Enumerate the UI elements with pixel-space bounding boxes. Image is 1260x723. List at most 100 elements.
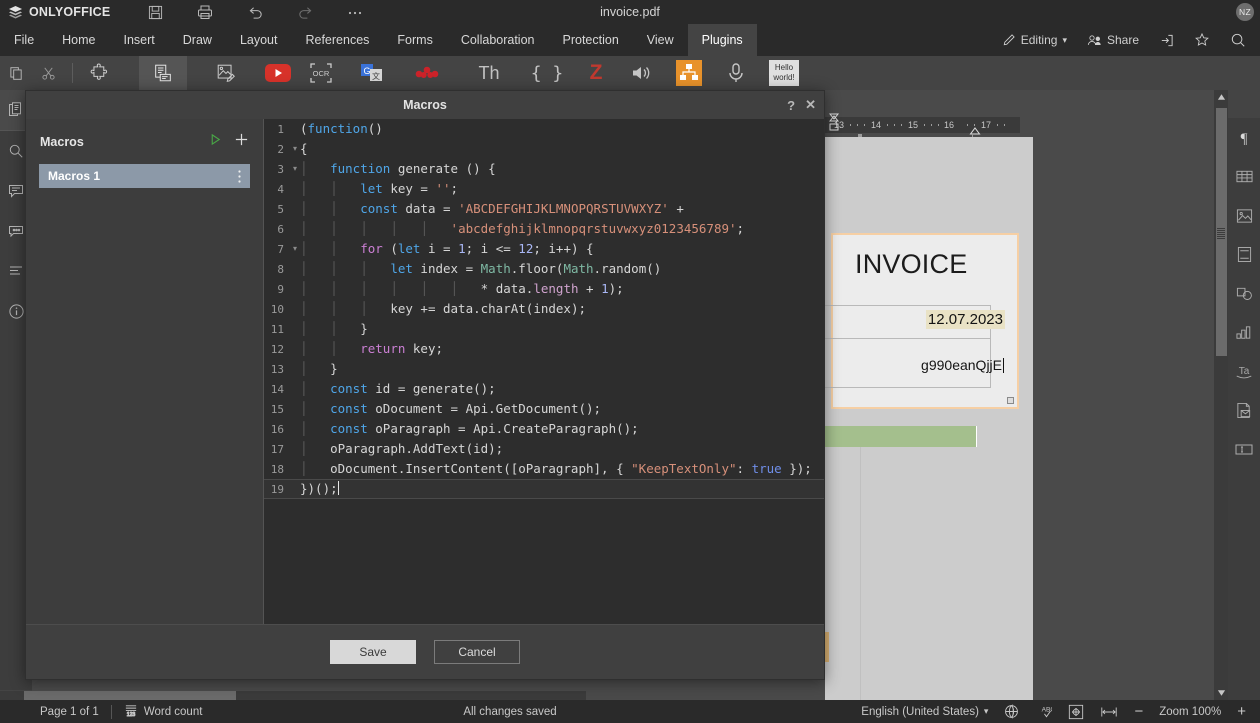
mail-merge-settings-icon[interactable] bbox=[1228, 391, 1260, 430]
tab-view[interactable]: View bbox=[633, 24, 688, 56]
code-line[interactable]: 12 │ │ return key; bbox=[264, 339, 824, 359]
speech-icon[interactable] bbox=[618, 56, 666, 90]
invoice-date[interactable]: 12.07.2023 bbox=[925, 310, 1005, 329]
highlight-code-icon[interactable]: { } bbox=[523, 56, 571, 90]
draw-io-icon[interactable] bbox=[202, 56, 250, 90]
scroll-down-icon[interactable] bbox=[1214, 686, 1228, 700]
code-line[interactable]: 6 │ │ │ │ │ 'abcdefghijklmnopqrstuvwxyz01… bbox=[264, 219, 824, 239]
code-line[interactable]: 9 │ │ │ │ │ │ * data.length + 1); bbox=[264, 279, 824, 299]
language-selector[interactable]: English (United States) ▾ bbox=[853, 706, 996, 718]
cut-icon[interactable] bbox=[32, 56, 64, 90]
zoom-out-button[interactable]: − bbox=[1126, 703, 1151, 720]
help-icon[interactable]: ? bbox=[787, 98, 795, 113]
share-button[interactable]: Share bbox=[1077, 24, 1149, 56]
chart-settings-icon[interactable] bbox=[1228, 313, 1260, 352]
doc-builder-icon[interactable] bbox=[665, 56, 713, 90]
fold-toggle-icon[interactable]: ▾ bbox=[290, 239, 300, 259]
hello-world-icon[interactable]: Hello world! bbox=[760, 56, 808, 90]
code-line[interactable]: 8 │ │ │ let index = Math.floor(Math.rando… bbox=[264, 259, 824, 279]
zoom-level-label[interactable]: Zoom 100% bbox=[1151, 706, 1229, 718]
code-line[interactable]: 14 │ const id = generate(); bbox=[264, 379, 824, 399]
close-icon[interactable]: ✕ bbox=[805, 97, 816, 113]
macro-item-menu-icon[interactable] bbox=[238, 169, 241, 183]
ocr-icon[interactable]: OCR bbox=[297, 56, 345, 90]
print-icon[interactable] bbox=[180, 0, 230, 24]
speech-to-text-icon[interactable] bbox=[712, 56, 760, 90]
tab-home[interactable]: Home bbox=[48, 24, 109, 56]
more-icon[interactable] bbox=[330, 0, 380, 24]
zotero-icon[interactable]: Z bbox=[572, 56, 620, 90]
word-count-button[interactable]: 123 Word count bbox=[112, 703, 215, 720]
google-translate-icon[interactable]: G文 bbox=[348, 56, 396, 90]
tab-collaboration[interactable]: Collaboration bbox=[447, 24, 549, 56]
form-settings-icon[interactable] bbox=[1228, 430, 1260, 469]
undo-icon[interactable] bbox=[230, 0, 280, 24]
macro-code-editor[interactable]: 1 (function() 2 ▾{3 ▾ │ function generate () … bbox=[264, 119, 824, 624]
horizontal-scrollbar-thumb[interactable] bbox=[24, 691, 236, 700]
code-line[interactable]: 17 │ oParagraph.AddText(id); bbox=[264, 439, 824, 459]
page-indicator[interactable]: Page 1 of 1 bbox=[28, 706, 111, 718]
run-macro-icon[interactable] bbox=[209, 133, 222, 151]
code-line[interactable]: 19})(); bbox=[264, 479, 824, 499]
horizontal-ruler[interactable]: 13 14 15 16 17 bbox=[824, 117, 1020, 133]
code-lines[interactable]: 1 (function() 2 ▾{3 ▾ │ function generate () … bbox=[264, 119, 824, 624]
cancel-button[interactable]: Cancel bbox=[434, 640, 520, 664]
table-settings-icon[interactable] bbox=[1228, 157, 1260, 196]
code-line[interactable]: 13 │ } bbox=[264, 359, 824, 379]
resize-handle[interactable] bbox=[1007, 397, 1014, 404]
fold-toggle-icon[interactable]: ▾ bbox=[290, 139, 300, 159]
code-line[interactable]: 3 ▾ │ function generate () { bbox=[264, 159, 824, 179]
fit-width-icon[interactable] bbox=[1092, 705, 1126, 719]
text-art-settings-icon[interactable]: Ta bbox=[1228, 352, 1260, 391]
code-line[interactable]: 2 ▾{ bbox=[264, 139, 824, 159]
youtube-icon[interactable] bbox=[254, 56, 302, 90]
macros-icon[interactable] bbox=[139, 56, 187, 90]
tab-references[interactable]: References bbox=[291, 24, 383, 56]
code-line[interactable]: 4 │ │ let key = ''; bbox=[264, 179, 824, 199]
mendeley-icon[interactable] bbox=[403, 56, 451, 90]
editing-mode-button[interactable]: Editing ▾ bbox=[992, 24, 1077, 56]
favorite-star-icon[interactable] bbox=[1184, 24, 1220, 56]
tab-forms[interactable]: Forms bbox=[383, 24, 446, 56]
add-macro-icon[interactable] bbox=[234, 132, 249, 152]
thesaurus-icon[interactable]: Th bbox=[465, 56, 513, 90]
open-location-button[interactable] bbox=[1149, 24, 1184, 56]
scroll-up-icon[interactable] bbox=[1214, 90, 1228, 104]
tab-protection[interactable]: Protection bbox=[549, 24, 633, 56]
tab-draw[interactable]: Draw bbox=[169, 24, 226, 56]
code-line[interactable]: 18 │ oDocument.InsertContent([oParagraph]… bbox=[264, 459, 824, 479]
invoice-content-control[interactable]: INVOICE 12.07.2023 g990eanQjjE bbox=[811, 233, 1019, 409]
code-line[interactable]: 16 │ const oParagraph = Api.CreateParagra… bbox=[264, 419, 824, 439]
dialog-title-bar[interactable]: Macros ? ✕ bbox=[26, 91, 824, 119]
vertical-scrollbar[interactable] bbox=[1214, 90, 1228, 700]
header-footer-settings-icon[interactable] bbox=[1228, 235, 1260, 274]
document-page[interactable]: INVOICE 12.07.2023 g990eanQjjE e Total 3… bbox=[811, 137, 1033, 700]
code-line[interactable]: 10 │ │ │ key += data.charAt(index); bbox=[264, 299, 824, 319]
fit-page-icon[interactable] bbox=[1060, 704, 1092, 720]
save-icon[interactable] bbox=[130, 0, 180, 24]
tab-file[interactable]: File bbox=[0, 24, 48, 56]
zoom-in-button[interactable]: + bbox=[1229, 703, 1254, 720]
code-line[interactable]: 15 │ const oDocument = Api.GetDocument(); bbox=[264, 399, 824, 419]
fold-toggle-icon[interactable]: ▾ bbox=[290, 159, 300, 179]
save-button[interactable]: Save bbox=[330, 640, 416, 664]
paragraph-settings-icon[interactable]: ¶ bbox=[1228, 118, 1260, 157]
copy-style-icon[interactable] bbox=[0, 56, 32, 90]
list-item[interactable]: Macros 1 bbox=[39, 164, 250, 188]
code-line[interactable]: 11 │ │ } bbox=[264, 319, 824, 339]
tab-layout[interactable]: Layout bbox=[226, 24, 292, 56]
image-settings-icon[interactable] bbox=[1228, 196, 1260, 235]
redo-icon[interactable] bbox=[280, 0, 330, 24]
avatar[interactable]: NZ bbox=[1236, 3, 1254, 21]
code-line[interactable]: 5 │ │ const data = 'ABCDEFGHIJKLMNOPQRSTU… bbox=[264, 199, 824, 219]
spellcheck-icon[interactable]: ABC bbox=[1027, 704, 1060, 719]
code-line[interactable]: 1 (function() bbox=[264, 119, 824, 139]
set-language-icon[interactable] bbox=[996, 704, 1027, 719]
shape-settings-icon[interactable] bbox=[1228, 274, 1260, 313]
invoice-generated-id[interactable]: g990eanQjjE bbox=[921, 357, 1004, 373]
tab-insert[interactable]: Insert bbox=[110, 24, 169, 56]
code-line[interactable]: 7 ▾ │ │ for (let i = 1; i <= 12; i++) { bbox=[264, 239, 824, 259]
plugins-puzzle-icon[interactable] bbox=[76, 56, 124, 90]
search-icon[interactable] bbox=[1220, 24, 1256, 56]
tab-plugins[interactable]: Plugins bbox=[687, 24, 757, 56]
